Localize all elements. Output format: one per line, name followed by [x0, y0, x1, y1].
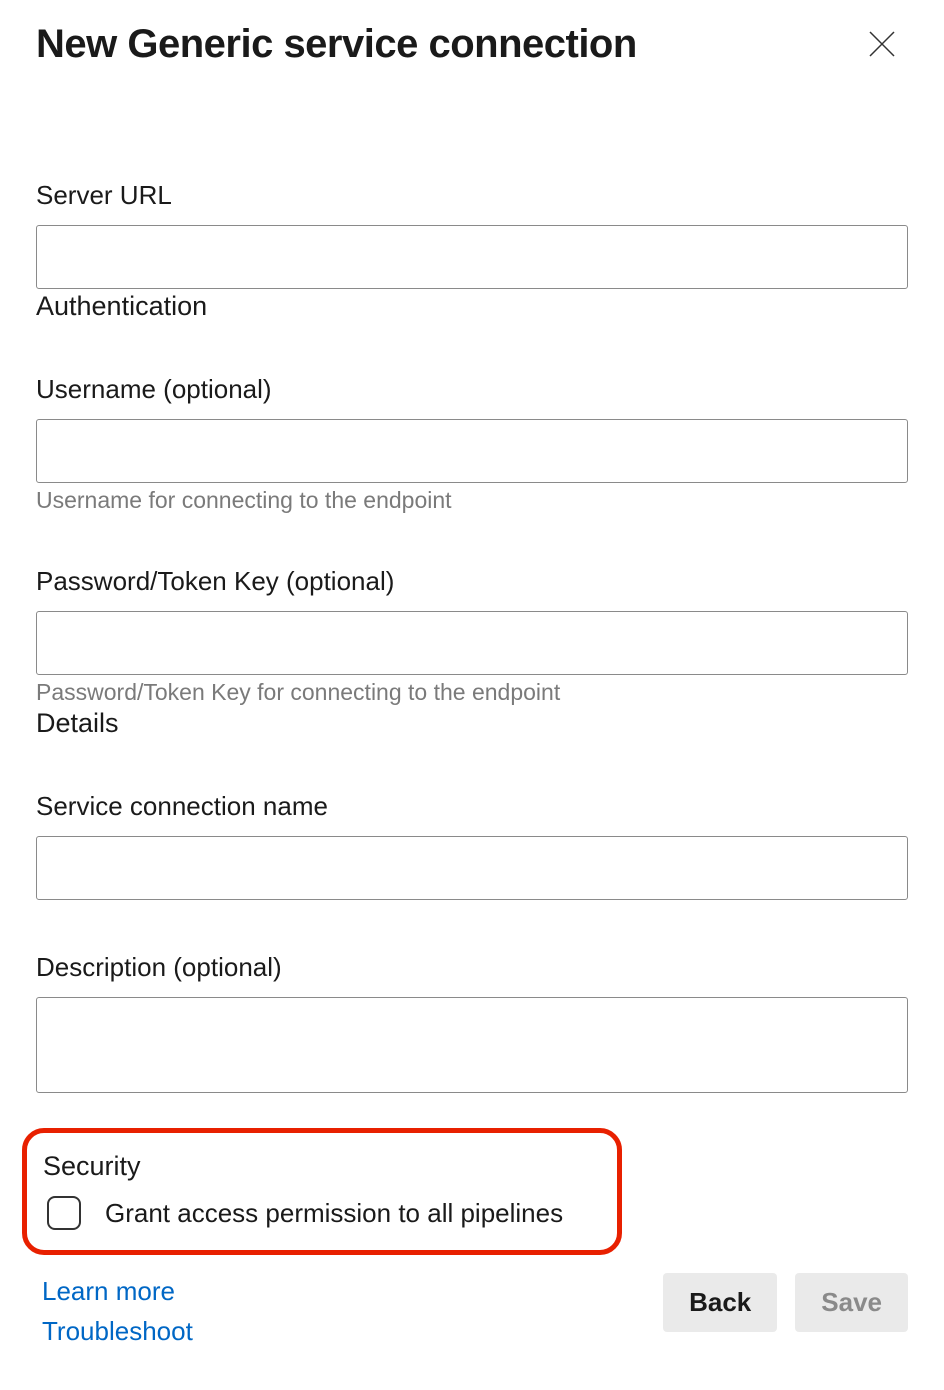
grant-access-checkbox[interactable]: [47, 1196, 81, 1230]
username-help: Username for connecting to the endpoint: [36, 487, 908, 514]
authentication-section-label: Authentication: [36, 291, 908, 322]
learn-more-link[interactable]: Learn more: [42, 1273, 193, 1309]
server-url-field: Server URL: [36, 180, 908, 289]
close-icon: [864, 26, 900, 62]
security-section-label: Security: [43, 1151, 597, 1182]
dialog-title: New Generic service connection: [36, 22, 637, 67]
grant-access-row: Grant access permission to all pipelines: [47, 1196, 597, 1230]
description-field: Description (optional): [36, 952, 908, 1098]
grant-access-label: Grant access permission to all pipelines: [105, 1198, 563, 1229]
username-input[interactable]: [36, 419, 908, 483]
troubleshoot-link[interactable]: Troubleshoot: [42, 1313, 193, 1349]
password-input[interactable]: [36, 611, 908, 675]
security-section: Security Grant access permission to all …: [22, 1128, 622, 1255]
connection-name-input[interactable]: [36, 836, 908, 900]
footer-links: Learn more Troubleshoot: [42, 1273, 193, 1350]
server-url-label: Server URL: [36, 180, 908, 211]
footer-buttons: Back Save: [663, 1273, 908, 1332]
connection-name-field: Service connection name: [36, 791, 908, 900]
back-button[interactable]: Back: [663, 1273, 777, 1332]
description-input[interactable]: [36, 997, 908, 1093]
connection-name-label: Service connection name: [36, 791, 908, 822]
server-url-input[interactable]: [36, 225, 908, 289]
description-label: Description (optional): [36, 952, 908, 983]
save-button[interactable]: Save: [795, 1273, 908, 1332]
username-field: Username (optional) Username for connect…: [36, 374, 908, 514]
password-help: Password/Token Key for connecting to the…: [36, 679, 908, 706]
password-field: Password/Token Key (optional) Password/T…: [36, 566, 908, 706]
dialog-footer: Learn more Troubleshoot Back Save: [36, 1273, 908, 1350]
details-section-label: Details: [36, 708, 908, 739]
service-connection-dialog: New Generic service connection Server UR…: [0, 0, 944, 1390]
password-label: Password/Token Key (optional): [36, 566, 908, 597]
username-label: Username (optional): [36, 374, 908, 405]
close-button[interactable]: [856, 18, 908, 70]
dialog-header: New Generic service connection: [36, 18, 908, 70]
